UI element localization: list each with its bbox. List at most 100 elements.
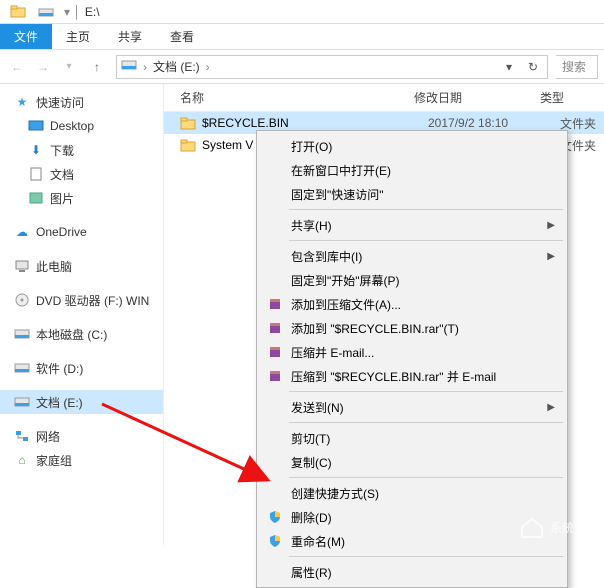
sidebar-label: 本地磁盘 (C:)	[36, 326, 107, 343]
file-date: 2017/9/2 18:10	[428, 116, 554, 130]
sidebar-label: 下载	[50, 142, 74, 159]
menu-send-to[interactable]: 发送到(N)▶	[259, 395, 565, 419]
sidebar-item-network[interactable]: 网络	[0, 424, 163, 448]
sidebar-item-pictures[interactable]: 图片	[0, 186, 163, 210]
title-bar: ▾ │ E:\	[0, 0, 604, 24]
menu-delete[interactable]: 删除(D)	[259, 505, 565, 529]
menu-compress-name-email[interactable]: 压缩到 "$RECYCLE.BIN.rar" 并 E-mail	[259, 364, 565, 388]
tab-view[interactable]: 查看	[156, 24, 208, 49]
chevron-right-icon[interactable]: ›	[141, 60, 149, 74]
menu-properties[interactable]: 属性(R)	[259, 560, 565, 584]
sidebar-item-desktop[interactable]: Desktop	[0, 114, 163, 138]
menu-separator	[289, 209, 563, 210]
winrar-icon	[267, 296, 283, 312]
menu-rename[interactable]: 重命名(M)	[259, 529, 565, 553]
menu-copy[interactable]: 复制(C)	[259, 450, 565, 474]
menu-include-library[interactable]: 包含到库中(I)▶	[259, 244, 565, 268]
sidebar-label: DVD 驱动器 (F:) WIN	[36, 292, 149, 309]
menu-share[interactable]: 共享(H)▶	[259, 213, 565, 237]
drive-icon	[14, 326, 30, 342]
drive-icon	[38, 4, 54, 20]
shield-icon	[267, 509, 283, 525]
sidebar-label: 软件 (D:)	[36, 360, 83, 377]
navigation-tree: ★ 快速访问 Desktop ⬇ 下载 文档 图片 ☁ OneDrive 此电脑	[0, 84, 164, 545]
folder-icon	[10, 4, 26, 20]
sidebar-item-dvd[interactable]: DVD 驱动器 (F:) WIN	[0, 288, 163, 312]
sidebar-label: OneDrive	[36, 225, 87, 239]
chevron-right-icon: ▶	[547, 402, 555, 413]
sidebar-label: 图片	[50, 190, 74, 207]
chevron-right-icon: ▶	[547, 220, 555, 231]
winrar-icon	[267, 320, 283, 336]
menu-open-new-window[interactable]: 在新窗口中打开(E)	[259, 158, 565, 182]
sidebar-label: Desktop	[50, 119, 94, 133]
winrar-icon	[267, 368, 283, 384]
tab-home[interactable]: 主页	[52, 24, 104, 49]
chevron-right-icon: ▶	[547, 251, 555, 262]
picture-icon	[28, 190, 44, 206]
menu-create-shortcut[interactable]: 创建快捷方式(S)	[259, 481, 565, 505]
address-bar[interactable]: › 文档 (E:) › ▾ ↻	[116, 55, 548, 79]
shield-icon	[267, 533, 283, 549]
col-date[interactable]: 修改日期	[414, 89, 540, 106]
menu-compress-email[interactable]: 压缩并 E-mail...	[259, 340, 565, 364]
menu-pin-quick[interactable]: 固定到"快速访问"	[259, 182, 565, 206]
sidebar-item-doc-e[interactable]: 文档 (E:)	[0, 390, 163, 414]
disc-icon	[14, 292, 30, 308]
drive-icon	[14, 394, 30, 410]
menu-open[interactable]: 打开(O)	[259, 134, 565, 158]
breadcrumb[interactable]: 文档 (E:)	[153, 58, 200, 75]
winrar-icon	[267, 344, 283, 360]
col-type[interactable]: 类型	[540, 89, 604, 106]
menu-add-archive[interactable]: 添加到压缩文件(A)...	[259, 292, 565, 316]
file-type: 文件夹	[560, 115, 596, 132]
sidebar-item-soft-d[interactable]: 软件 (D:)	[0, 356, 163, 380]
folder-icon	[180, 138, 196, 152]
menu-pin-start[interactable]: 固定到"开始"屏幕(P)	[259, 268, 565, 292]
sidebar-label: 快速访问	[36, 94, 84, 111]
download-icon: ⬇	[28, 142, 44, 158]
sidebar-item-homegroup[interactable]: ⌂ 家庭组	[0, 448, 163, 472]
chevron-down-icon[interactable]: ▾ │	[64, 5, 81, 19]
sidebar-label: 文档 (E:)	[36, 394, 83, 411]
menu-add-archive-name[interactable]: 添加到 "$RECYCLE.BIN.rar"(T)	[259, 316, 565, 340]
refresh-button[interactable]: ↻	[523, 60, 543, 74]
menu-separator	[289, 240, 563, 241]
chevron-right-icon[interactable]: ›	[204, 60, 212, 74]
cloud-icon: ☁	[14, 224, 30, 240]
column-headers: 名称 修改日期 类型	[164, 84, 604, 112]
address-dropdown[interactable]: ▾	[499, 60, 519, 74]
search-input[interactable]: 搜索	[556, 55, 598, 79]
nav-bar: ← → ▾ ↑ › 文档 (E:) › ▾ ↻ 搜索	[0, 50, 604, 84]
col-name[interactable]: 名称	[164, 89, 414, 106]
up-button[interactable]: ↑	[86, 56, 108, 78]
sidebar-item-downloads[interactable]: ⬇ 下载	[0, 138, 163, 162]
sidebar-item-documents[interactable]: 文档	[0, 162, 163, 186]
sidebar-label: 文档	[50, 166, 74, 183]
sidebar-item-local-c[interactable]: 本地磁盘 (C:)	[0, 322, 163, 346]
network-icon	[14, 428, 30, 444]
file-name: $RECYCLE.BIN	[202, 116, 422, 130]
menu-separator	[289, 422, 563, 423]
drive-icon	[121, 58, 137, 75]
context-menu: 打开(O) 在新窗口中打开(E) 固定到"快速访问" 共享(H)▶ 包含到库中(…	[256, 130, 568, 588]
pc-icon	[14, 258, 30, 274]
forward-button[interactable]: →	[32, 56, 54, 78]
sidebar-item-onedrive[interactable]: ☁ OneDrive	[0, 220, 163, 244]
sidebar-label: 家庭组	[36, 452, 72, 469]
menu-separator	[289, 391, 563, 392]
document-icon	[28, 166, 44, 182]
menu-separator	[289, 556, 563, 557]
tab-file[interactable]: 文件	[0, 24, 52, 49]
sidebar-item-quick-access[interactable]: ★ 快速访问	[0, 90, 163, 114]
sidebar-item-thispc[interactable]: 此电脑	[0, 254, 163, 278]
window-title: E:\	[85, 5, 100, 19]
homegroup-icon: ⌂	[14, 452, 30, 468]
history-dropdown[interactable]: ▾	[58, 56, 80, 78]
back-button[interactable]: ←	[6, 56, 28, 78]
drive-icon	[14, 360, 30, 376]
sidebar-label: 此电脑	[36, 258, 72, 275]
menu-cut[interactable]: 剪切(T)	[259, 426, 565, 450]
sidebar-label: 网络	[36, 428, 60, 445]
tab-share[interactable]: 共享	[104, 24, 156, 49]
